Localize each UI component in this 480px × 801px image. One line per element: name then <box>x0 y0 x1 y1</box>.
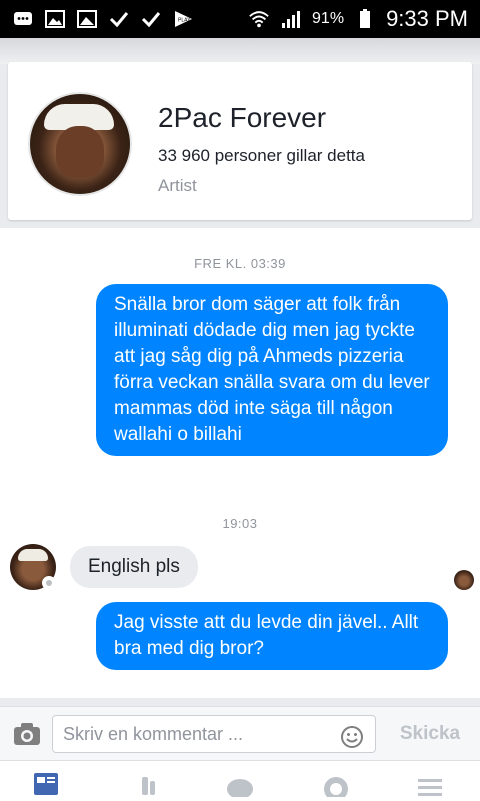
gallery-icon <box>44 9 66 29</box>
battery-percentage: 91% <box>312 10 345 27</box>
page-info-card[interactable]: 2Pac Forever 33 960 personer gillar dett… <box>8 62 472 220</box>
camera-icon[interactable] <box>12 721 42 747</box>
wifi-icon <box>248 9 270 29</box>
news-feed-icon[interactable] <box>30 767 62 797</box>
status-bar: PLAY 91% 9:33 PM <box>0 0 480 38</box>
page-category: Artist <box>158 176 197 195</box>
send-button[interactable]: Skicka <box>390 719 470 749</box>
app-header-shadow <box>0 38 480 64</box>
battery-icon <box>354 9 376 29</box>
emoji-icon[interactable] <box>340 725 364 749</box>
outgoing-message[interactable]: Snälla bror dom säger att folk från illu… <box>96 284 448 456</box>
menu-icon[interactable] <box>414 767 446 797</box>
image-icon <box>76 9 98 29</box>
page-avatar[interactable] <box>28 92 132 196</box>
status-bar-system: 91% 9:33 PM <box>248 6 468 32</box>
seen-avatar <box>454 570 474 590</box>
play-store-icon: PLAY <box>172 9 194 29</box>
presence-indicator <box>42 576 56 590</box>
incoming-message[interactable]: English pls <box>70 546 198 588</box>
clock: 9:33 PM <box>386 6 468 31</box>
comment-input[interactable] <box>52 715 376 753</box>
comment-composer: Skicka <box>0 706 480 761</box>
bottom-tab-bar <box>0 760 480 801</box>
face-shape <box>56 126 104 178</box>
message-icon <box>12 9 34 29</box>
svg-text:PLAY: PLAY <box>178 18 191 24</box>
page-likes-count: 33 960 personer gillar detta <box>158 146 365 165</box>
message-timestamp: FRE KL. 03:39 <box>194 256 286 271</box>
bandana-shape <box>18 549 48 561</box>
message-timestamp: 19:03 <box>222 516 258 531</box>
signal-icon <box>280 9 302 29</box>
friends-icon[interactable] <box>130 767 162 797</box>
check-icon <box>108 9 130 29</box>
notifications-icon[interactable] <box>320 767 352 797</box>
messenger-icon[interactable] <box>224 767 256 797</box>
check-icon <box>140 9 162 29</box>
status-bar-notifications: PLAY <box>12 9 194 29</box>
page-title[interactable]: 2Pac Forever <box>158 102 326 134</box>
conversation-thread[interactable]: FRE KL. 03:39 Snälla bror dom säger att … <box>0 228 480 698</box>
outgoing-message[interactable]: Jag visste att du levde din jävel.. Allt… <box>96 602 448 670</box>
